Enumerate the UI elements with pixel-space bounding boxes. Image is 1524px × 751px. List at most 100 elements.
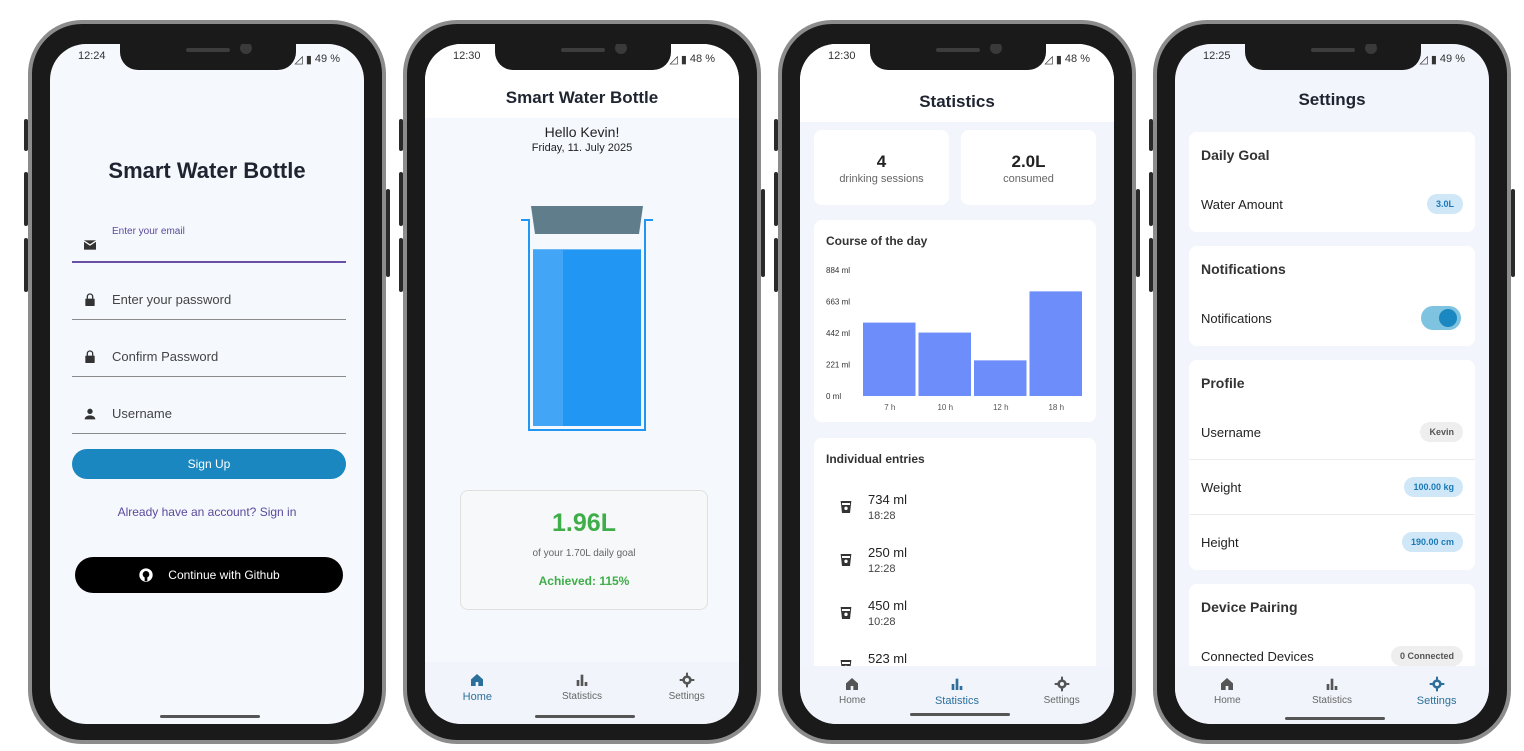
bottle-graphic <box>521 206 653 431</box>
side-button <box>1149 238 1153 292</box>
date: Friday, 11. July 2025 <box>531 142 633 154</box>
side-button <box>399 172 403 226</box>
chart-bar <box>974 360 1027 396</box>
mail-icon <box>83 240 97 250</box>
battery-icon: ▮ <box>305 53 312 66</box>
toggle-thumb <box>1439 309 1457 327</box>
nav-statistics[interactable]: Statistics <box>917 676 997 707</box>
status-time: 12:25 <box>1203 50 1231 62</box>
y-tick-label: 663 ml <box>826 298 850 307</box>
bottle-lid <box>531 206 643 234</box>
bar-chart-icon <box>576 674 588 686</box>
nav-settings-label: Settings <box>668 691 705 702</box>
bar-chart-icon <box>951 678 963 690</box>
signin-link[interactable]: Already have an account? Sign in <box>50 505 364 519</box>
cup-icon <box>840 607 852 619</box>
bar-chart: 884 ml 663 ml 442 ml 221 ml 0 ml 7 h 10 h 12 h 1… <box>826 266 1082 412</box>
water-amount-value[interactable]: 3.0L <box>1426 194 1463 214</box>
status-bar: 12:30 ◿ ▮ 48 % <box>453 50 715 68</box>
phone-login: 12:24 ◿ ▮ 49 % Smart Water Bottle Enter yo… <box>24 20 390 744</box>
email-field[interactable]: Enter your email <box>72 220 346 263</box>
entry-amount: 450 ml <box>868 598 908 613</box>
github-button[interactable]: Continue with Github <box>75 557 343 593</box>
username-label: Username <box>1201 425 1261 440</box>
username-value[interactable]: Kevin <box>1420 422 1463 442</box>
entries-card: Individual entries 734 ml 18:28 250 ml 12:2… <box>814 438 1096 678</box>
chart-bar <box>918 332 971 396</box>
y-tick-label: 442 ml <box>826 329 850 338</box>
side-button <box>1149 172 1153 226</box>
nav-statistics[interactable]: Statistics <box>542 672 622 702</box>
nav-home[interactable]: Home <box>1187 676 1267 706</box>
side-button <box>24 119 28 151</box>
screen: 12:30 ◿ ▮ 48 % Smart Water Bottle Hello Ke… <box>425 44 739 724</box>
nav-statistics-label: Statistics <box>934 695 979 707</box>
nav-settings[interactable]: Settings <box>647 672 727 702</box>
water-amount-label: Water Amount <box>1201 197 1283 212</box>
nav-statistics-label: Statistics <box>1311 695 1352 706</box>
username-placeholder: Username <box>112 406 172 421</box>
connected-devices-value[interactable]: 0 Connected <box>1390 646 1463 666</box>
signal-icon: ◿ <box>669 53 678 66</box>
status-bar: 12:25 ◿ ▮ 49 % <box>1203 50 1465 68</box>
side-button <box>1136 189 1140 277</box>
status-bar: 12:30 ◿ ▮ 48 % <box>828 50 1090 68</box>
home-indicator <box>910 713 1010 716</box>
battery-level: 48 % <box>1064 53 1090 65</box>
status-time: 12:30 <box>828 50 856 62</box>
email-label: Enter your email <box>112 226 185 237</box>
confirm-password-field[interactable]: Confirm Password <box>72 339 346 377</box>
y-tick-label: 884 ml <box>826 266 850 275</box>
side-button <box>761 189 765 277</box>
side-button <box>386 189 390 277</box>
x-tick-label: 10 h <box>937 403 953 412</box>
cup-icon <box>840 554 852 566</box>
list-item: 450 ml 10:28 <box>814 592 1096 638</box>
nav-settings[interactable]: Settings <box>1397 676 1477 707</box>
status-time: 12:30 <box>453 50 481 62</box>
notifications-card: Notifications Notifications <box>1189 246 1475 346</box>
sessions-value: 4 <box>876 152 887 171</box>
notifications-label: Notifications <box>1201 311 1272 326</box>
nav-home[interactable]: Home <box>437 672 517 703</box>
side-button <box>1149 119 1153 151</box>
cup-icon <box>840 501 852 513</box>
gear-icon <box>1429 676 1444 692</box>
confirm-password-placeholder: Confirm Password <box>112 349 219 364</box>
password-field[interactable]: Enter your password <box>72 282 346 320</box>
page-title: Settings <box>1298 90 1366 109</box>
status-bar: 12:24 ◿ ▮ 49 % <box>78 50 340 68</box>
profile-card: Profile Username Kevin Weight 100.00 kg … <box>1189 360 1475 570</box>
y-tick-label: 0 ml <box>826 392 841 401</box>
lock-icon <box>85 350 95 363</box>
github-icon <box>139 568 153 582</box>
nav-home[interactable]: Home <box>812 676 892 706</box>
entries-title: Individual entries <box>826 452 925 466</box>
entry-amount: 734 ml <box>868 492 908 507</box>
nav-statistics[interactable]: Statistics <box>1292 676 1372 706</box>
gear-icon <box>1054 676 1069 692</box>
bottom-navigation: Home Statistics Settings <box>1175 666 1489 724</box>
page-title: Statistics <box>919 92 995 111</box>
daily-goal-title: Daily Goal <box>1201 147 1270 163</box>
height-value[interactable]: 190.00 cm <box>1401 532 1463 552</box>
weight-value[interactable]: 100.00 kg <box>1404 477 1463 497</box>
username-field[interactable]: Username <box>72 396 346 434</box>
signup-button[interactable]: Sign Up <box>72 449 346 479</box>
notifications-toggle[interactable] <box>1421 306 1461 330</box>
screen: 12:25 ◿ ▮ 49 % Settings Daily Goal Water A… <box>1175 44 1489 724</box>
chart-bar <box>1029 291 1082 396</box>
daily-goal-card: Daily Goal Water Amount 3.0L <box>1189 132 1475 232</box>
sessions-label: drinking sessions <box>839 173 924 185</box>
nav-settings[interactable]: Settings <box>1022 676 1102 706</box>
side-button <box>24 238 28 292</box>
signal-icon: ◿ <box>1419 53 1428 66</box>
app-title: Smart Water Bottle <box>108 158 306 183</box>
nav-home-label: Home <box>462 691 492 703</box>
nav-settings-label: Settings <box>1043 695 1080 706</box>
home-icon <box>471 674 484 686</box>
greeting: Hello Kevin! <box>544 124 620 140</box>
password-placeholder: Enter your password <box>112 292 232 307</box>
home-icon <box>1221 678 1234 690</box>
battery-level: 48 % <box>689 53 715 65</box>
